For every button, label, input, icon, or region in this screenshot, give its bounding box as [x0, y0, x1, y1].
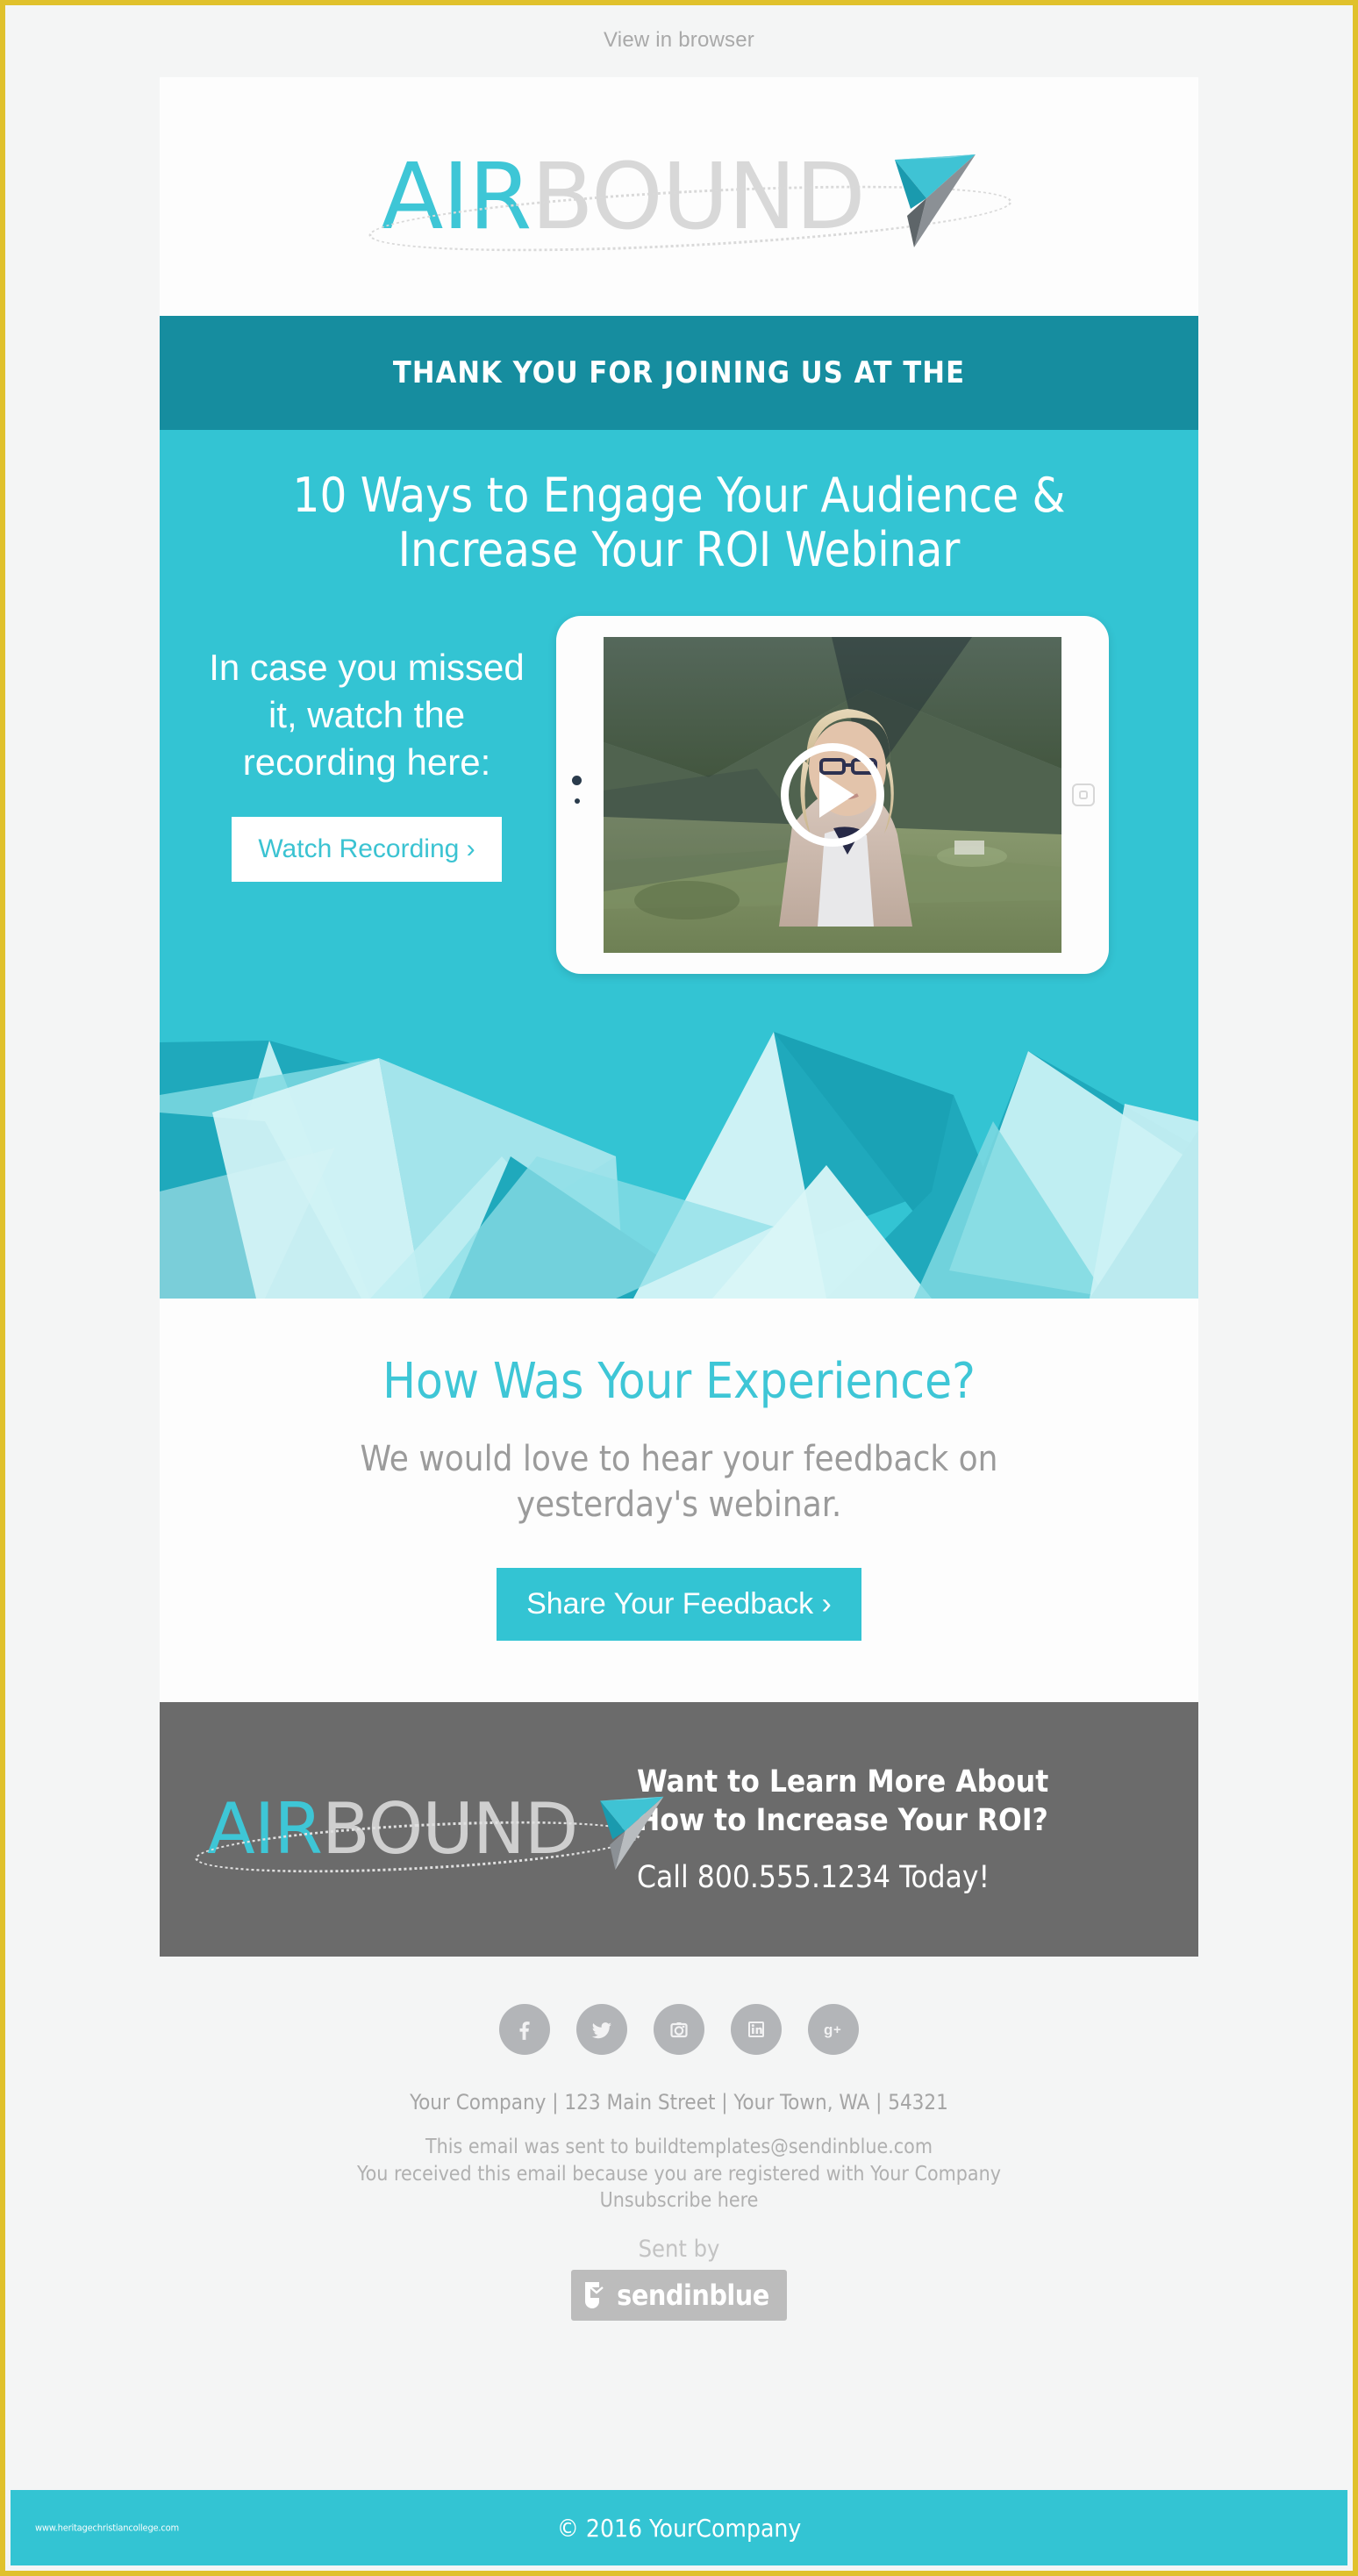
copyright-text: © 2016 YourCompany [556, 2513, 802, 2543]
bottom-copyright-bar: www.heritagechristiancollege.com © 2016 … [11, 2490, 1347, 2565]
watermark-url: www.heritagechristiancollege.com [35, 2522, 179, 2534]
cta-phone-line: Call 800.555.1234 Today! [637, 1859, 990, 1895]
tablet-sensor-icon [575, 798, 580, 805]
feedback-body: We would love to hear your feedback on y… [360, 1439, 998, 1526]
sendinblue-label: sendinblue [617, 2278, 769, 2312]
hero-side-copy: In case you missed it, watch the recordi… [209, 647, 525, 783]
feedback-section: How Was Your Experience? We would love t… [160, 1299, 1198, 1703]
hero-left-column: In case you missed it, watch the recordi… [209, 616, 525, 883]
svg-text:g: g [824, 2021, 833, 2038]
linkedin-icon[interactable] [731, 2004, 782, 2056]
brand-logo[interactable]: AIR BOUND [368, 143, 1014, 263]
cta-line-1: Want to Learn More About [637, 1764, 1049, 1800]
play-icon[interactable] [781, 743, 884, 848]
logo-text-air: AIR [381, 143, 532, 250]
footer-text-block: Your Company | 123 Main Street | Your To… [160, 2090, 1198, 2329]
view-in-browser-link[interactable]: View in browser [604, 28, 754, 52]
footer-sent-by-label: Sent by [638, 2235, 720, 2263]
cta-line-2: How to Increase Your ROI? [637, 1803, 1048, 1839]
google-plus-icon[interactable]: g + [808, 2004, 859, 2056]
tablet-home-button-icon [1072, 784, 1095, 807]
social-links-row: g + [160, 1957, 1198, 2090]
logo-text-bound: BOUND [531, 143, 865, 250]
facebook-icon[interactable] [499, 2004, 550, 2056]
video-thumbnail[interactable] [604, 637, 1061, 954]
footer-sent-to: This email was sent to buildtemplates@se… [425, 2136, 933, 2159]
footer-registered-note: You received this email because you are … [357, 2162, 1001, 2186]
footer-address: Your Company | 123 Main Street | Your To… [410, 2090, 948, 2115]
tablet-device-frame [556, 616, 1109, 975]
cta-text-block: Want to Learn More About How to Increase… [619, 1764, 1048, 1895]
instagram-icon[interactable] [654, 2004, 704, 2056]
email-body-column: AIR BOUND THANK YOU FOR JOINING US AT TH… [160, 77, 1198, 2329]
sendinblue-badge[interactable]: sendinblue [571, 2269, 787, 2321]
footer-paper-plane-icon [561, 1788, 665, 1871]
cta-section: AIR BOUND Want to Learn More About How t… [160, 1702, 1198, 1957]
unsubscribe-link[interactable]: Unsubscribe here [600, 2189, 759, 2212]
polygon-decoration-band [160, 1016, 1198, 1299]
hero-section: 10 Ways to Engage Your Audience & Increa… [160, 430, 1198, 1017]
feedback-heading: How Was Your Experience? [382, 1353, 976, 1411]
paper-plane-icon [846, 144, 977, 249]
banner-eyebrow-text: THANK YOU FOR JOINING US AT THE [392, 355, 966, 390]
hero-headline: 10 Ways to Engage Your Audience & Increa… [292, 468, 1066, 578]
share-feedback-button[interactable]: Share Your Feedback › [497, 1568, 861, 1642]
twitter-icon[interactable] [576, 2004, 627, 2056]
watch-recording-button[interactable]: Watch Recording › [232, 817, 502, 883]
sendinblue-envelope-icon [585, 2281, 604, 2308]
email-preview: View in browser AIR BOUND THANK YOU FOR … [0, 0, 1358, 2576]
tablet-camera-icon [572, 776, 582, 786]
preheader: View in browser [5, 5, 1353, 77]
header-logo-band: AIR BOUND [160, 77, 1198, 316]
footer-logo-text-bound: BOUND [321, 1788, 578, 1871]
footer-logo-text-air: AIR [207, 1788, 323, 1871]
hero-row: In case you missed it, watch the recordi… [209, 616, 1149, 1016]
footer-brand-logo[interactable]: AIR BOUND [193, 1788, 664, 1882]
svg-text:+: + [833, 2022, 841, 2037]
thank-you-banner: THANK YOU FOR JOINING US AT THE [160, 316, 1198, 430]
